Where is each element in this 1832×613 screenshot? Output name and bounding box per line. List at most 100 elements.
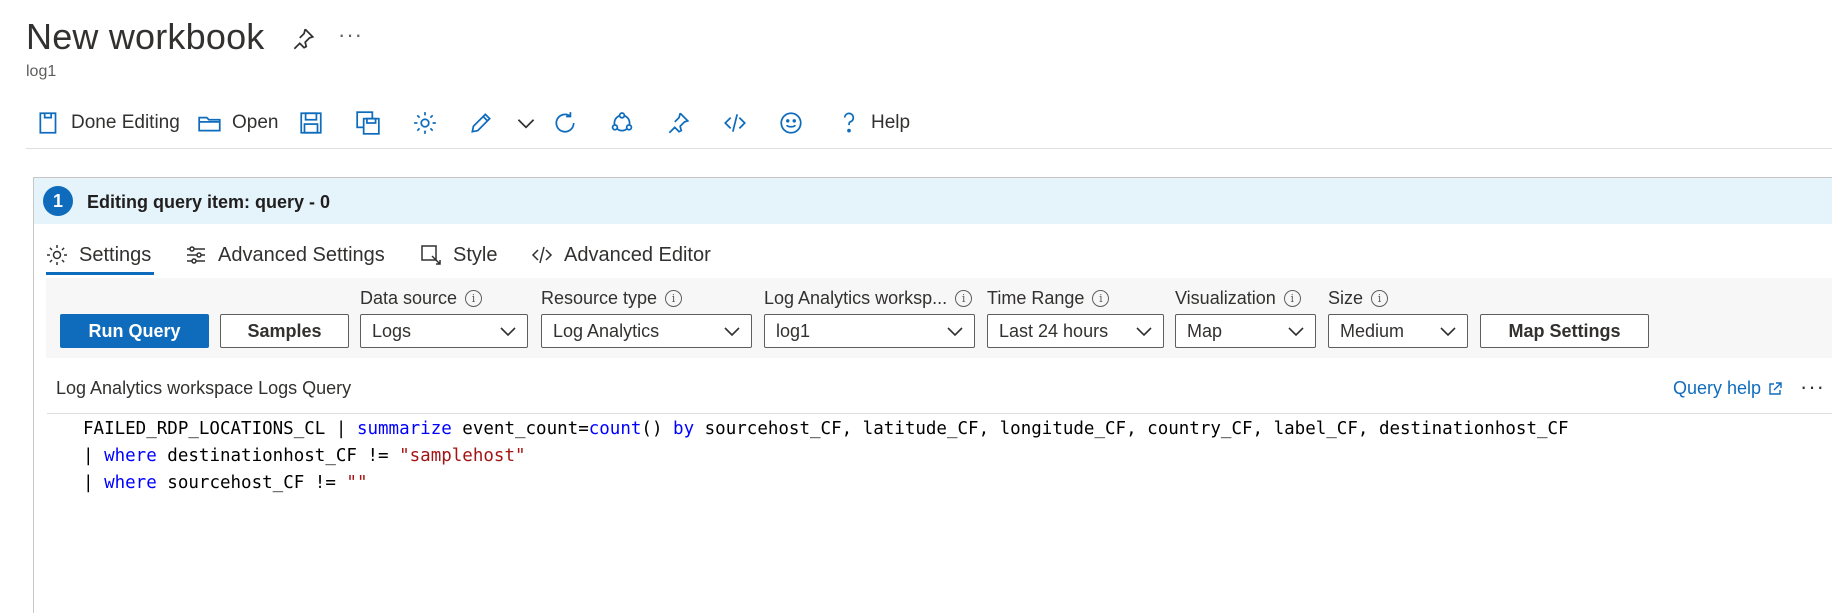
- code-keyword: where: [104, 473, 157, 493]
- code-token: (): [641, 419, 674, 439]
- done-editing-label: Done Editing: [71, 112, 180, 133]
- size-value: Medium: [1340, 320, 1405, 341]
- time-range-label: Time Range i: [987, 288, 1110, 309]
- code-keyword: summarize: [356, 419, 452, 439]
- workspace-label: Log Analytics worksp... i: [764, 288, 973, 309]
- chevron-down-icon: [1288, 327, 1304, 337]
- smiley-icon: [780, 112, 802, 134]
- settings-button[interactable]: [412, 108, 438, 138]
- tab-style[interactable]: Style: [419, 238, 497, 272]
- code-token: |: [83, 446, 105, 466]
- code-token: |: [83, 473, 105, 493]
- done-editing-icon: [39, 112, 57, 134]
- help-label: Help: [871, 112, 911, 133]
- code-icon: [531, 246, 553, 264]
- code-token: sourcehost_CF, latitude_CF, longitude_CF…: [694, 419, 1569, 439]
- workspace-value: log1: [776, 320, 811, 341]
- edit-dropdown-button[interactable]: [513, 108, 539, 138]
- chevron-down-icon: [947, 327, 963, 337]
- open-button[interactable]: Open: [197, 108, 278, 138]
- save-button[interactable]: [298, 108, 324, 138]
- code-line-1: FAILED_RDP_LOCATIONS_CL | summarize even…: [83, 416, 1569, 443]
- refresh-button[interactable]: [552, 108, 578, 138]
- tab-label: Settings: [79, 243, 152, 266]
- data-source-dropdown[interactable]: Logs: [360, 314, 528, 348]
- code-button[interactable]: [722, 108, 748, 138]
- code-function: count: [588, 419, 642, 439]
- chevron-down-icon: [1440, 327, 1456, 337]
- code-token: FAILED_RDP_LOCATIONS_CL |: [83, 419, 357, 439]
- pin-button[interactable]: [665, 108, 691, 138]
- refresh-icon: [555, 112, 575, 133]
- more-options-icon[interactable]: ···: [1800, 374, 1825, 400]
- visualization-label-text: Visualization: [1175, 288, 1276, 308]
- workspace-dropdown[interactable]: log1: [764, 314, 975, 348]
- tab-advanced-settings[interactable]: Advanced Settings: [184, 238, 385, 272]
- code-keyword: by: [673, 419, 695, 439]
- data-source-label-text: Data source: [360, 288, 458, 308]
- resource-type-value: Log Analytics: [553, 320, 660, 341]
- share-button[interactable]: [609, 108, 635, 138]
- code-keyword: where: [104, 446, 157, 466]
- chevron-down-icon: [1136, 327, 1152, 337]
- run-query-button[interactable]: Run Query: [60, 314, 209, 348]
- info-icon[interactable]: i: [955, 290, 973, 307]
- size-label: Size i: [1328, 288, 1389, 309]
- page-title: New workbook: [26, 16, 265, 57]
- size-label-text: Size: [1328, 288, 1364, 308]
- visualization-label: Visualization i: [1175, 288, 1301, 309]
- more-options-icon[interactable]: ···: [338, 22, 363, 48]
- resource-type-label: Resource type i: [541, 288, 683, 309]
- tab-advanced-editor[interactable]: Advanced Editor: [530, 238, 711, 272]
- samples-button[interactable]: Samples: [220, 314, 349, 348]
- gear-icon: [414, 112, 436, 134]
- data-source-value: Logs: [372, 320, 412, 341]
- editor-panel-title: Editing query item: query - 0: [87, 192, 331, 212]
- visualization-dropdown[interactable]: Map: [1175, 314, 1316, 348]
- time-range-label-text: Time Range: [987, 288, 1085, 308]
- help-button[interactable]: Help: [836, 108, 910, 138]
- done-editing-button[interactable]: Done Editing: [36, 108, 180, 138]
- time-range-dropdown[interactable]: Last 24 hours: [987, 314, 1164, 348]
- tab-label: Advanced Settings: [218, 243, 385, 266]
- code-icon: [724, 114, 746, 132]
- info-icon[interactable]: i: [1371, 290, 1389, 307]
- open-folder-icon: [198, 116, 221, 132]
- gear-icon: [47, 245, 67, 265]
- share-icon: [611, 112, 633, 132]
- step-badge: 1: [43, 186, 73, 216]
- question-icon: [843, 112, 855, 133]
- tab-label: Style: [453, 243, 498, 266]
- toolbar-divider: [26, 148, 1832, 149]
- pin-icon[interactable]: [290, 26, 316, 52]
- code-string: "samplehost": [399, 446, 526, 466]
- resource-type-label-text: Resource type: [541, 288, 658, 308]
- pencil-icon: [471, 113, 491, 133]
- code-line-3: | where sourcehost_CF != "": [83, 470, 1569, 497]
- info-icon[interactable]: i: [1092, 290, 1110, 307]
- query-code-editor[interactable]: FAILED_RDP_LOCATIONS_CL | summarize even…: [83, 416, 1569, 497]
- tab-settings[interactable]: Settings: [45, 238, 151, 272]
- sliders-icon: [187, 246, 205, 264]
- time-range-value: Last 24 hours: [999, 320, 1109, 341]
- resource-type-dropdown[interactable]: Log Analytics: [541, 314, 752, 348]
- query-help-link[interactable]: Query help: [1673, 378, 1783, 399]
- chevron-down-icon: [500, 327, 516, 337]
- edit-button[interactable]: [468, 108, 494, 138]
- save-as-button[interactable]: [355, 108, 381, 138]
- map-settings-button[interactable]: Map Settings: [1480, 314, 1649, 348]
- workspace-label-text: Log Analytics worksp...: [764, 288, 948, 308]
- info-icon[interactable]: i: [665, 290, 683, 307]
- info-icon[interactable]: i: [465, 290, 483, 307]
- size-dropdown[interactable]: Medium: [1328, 314, 1468, 348]
- pin-icon: [668, 112, 690, 134]
- code-editor-border: [47, 413, 1832, 414]
- feedback-button[interactable]: [778, 108, 804, 138]
- info-icon[interactable]: i: [1283, 290, 1301, 307]
- query-help-label: Query help: [1673, 378, 1762, 398]
- chevron-down-icon: [724, 327, 740, 337]
- page-subtitle: log1: [26, 63, 57, 80]
- save-icon: [300, 112, 322, 134]
- paint-bucket-icon: [421, 245, 441, 265]
- query-section-title: Log Analytics workspace Logs Query: [56, 378, 352, 398]
